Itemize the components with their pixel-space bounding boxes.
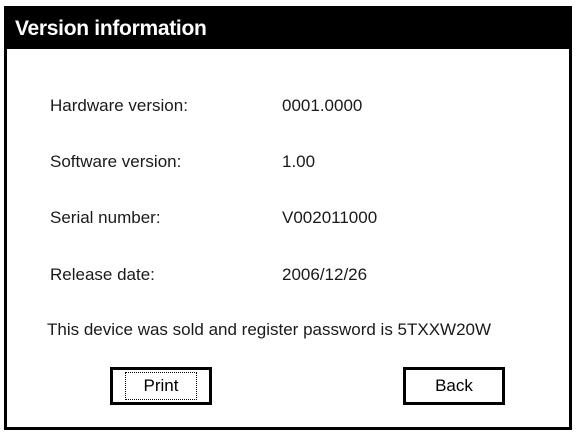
release-date-value: 2006/12/26 — [282, 265, 368, 284]
serial-number-row: Serial number: V002011000 — [50, 205, 377, 231]
release-date-label: Release date: — [50, 265, 155, 284]
title-bar: Version information — [7, 9, 569, 49]
software-version-row: Software version: 1.00 — [50, 149, 315, 175]
hardware-version-value: 0001.0000 — [282, 96, 363, 115]
print-button-label: Print — [124, 372, 198, 400]
register-password-note: This device was sold and register passwo… — [47, 320, 492, 339]
software-version-value: 1.00 — [282, 152, 316, 171]
back-button-label: Back — [435, 376, 473, 395]
serial-number-value: V002011000 — [282, 208, 378, 227]
software-version-label: Software version: — [50, 152, 182, 171]
back-button[interactable]: Back — [403, 367, 505, 405]
hardware-version-label: Hardware version: — [50, 96, 188, 115]
hardware-version-row: Hardware version: 0001.0000 — [50, 93, 362, 119]
serial-number-label: Serial number: — [50, 208, 161, 227]
version-info-dialog: Version information Hardware version: 00… — [4, 6, 572, 430]
window-title: Version information — [15, 17, 207, 40]
release-date-row: Release date: 2006/12/26 — [50, 262, 367, 288]
print-button[interactable]: Print — [110, 367, 212, 405]
